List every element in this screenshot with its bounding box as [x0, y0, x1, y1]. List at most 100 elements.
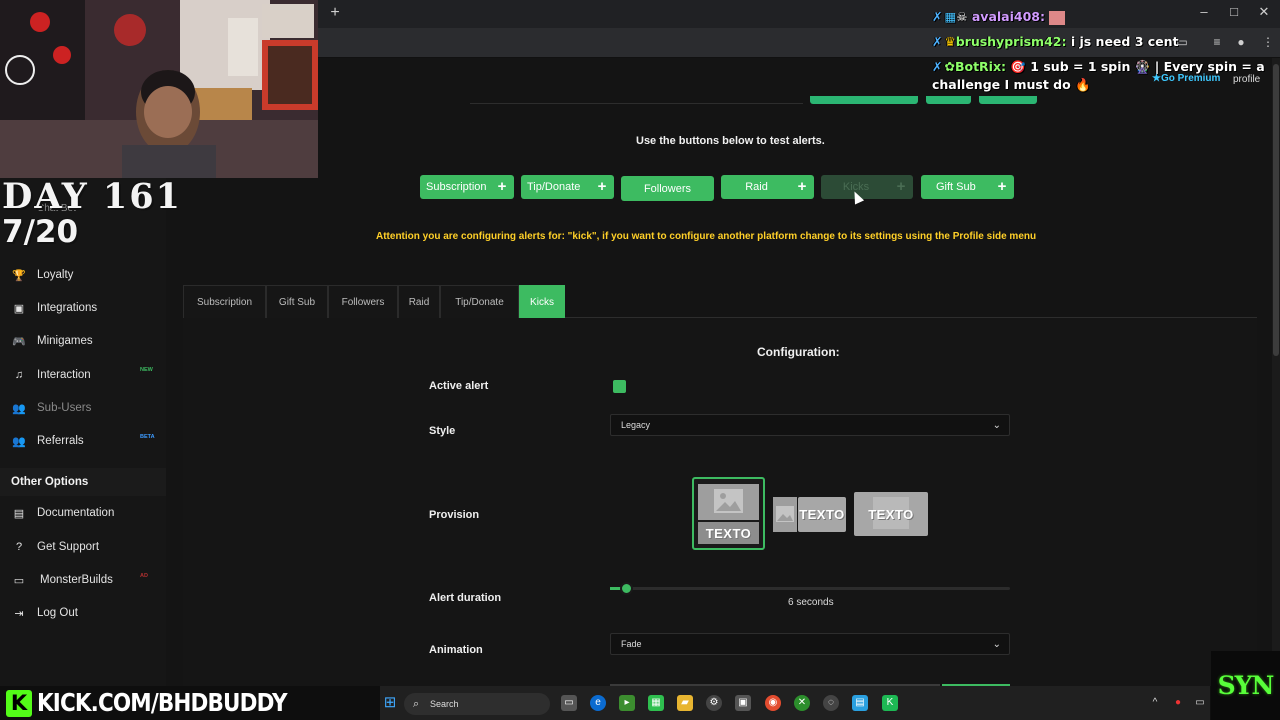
- test-gift-sub-button[interactable]: Gift Sub +: [921, 175, 1014, 199]
- sidebar-item-get-support[interactable]: ? Get Support: [12, 537, 99, 557]
- monitor-icon: ▭: [13, 574, 25, 587]
- menu-icon[interactable]: ⋮: [1260, 34, 1276, 50]
- settings-icon[interactable]: ⚙: [706, 695, 722, 711]
- bot-icon: ✿: [944, 59, 955, 74]
- top-save-button[interactable]: [810, 96, 918, 104]
- profile-icon[interactable]: ●: [1233, 34, 1249, 50]
- provision-option-overlay[interactable]: TEXTO: [854, 492, 928, 536]
- go-premium-link[interactable]: ★Go Premium: [1152, 73, 1220, 84]
- crown-icon: ♛: [944, 34, 956, 49]
- reading-list-icon[interactable]: ≡: [1209, 34, 1225, 50]
- kick-app-icon[interactable]: K: [882, 695, 898, 711]
- new-tab-button[interactable]: +: [328, 4, 342, 22]
- top-button-2[interactable]: [926, 96, 971, 104]
- store-icon[interactable]: ▣: [735, 695, 751, 711]
- network-icon[interactable]: ▭: [1192, 695, 1208, 711]
- tab-gift-sub[interactable]: Gift Sub: [266, 285, 328, 318]
- alert-duration-value: 6 seconds: [788, 597, 834, 608]
- close-window-button[interactable]: ✕: [1256, 4, 1272, 20]
- tab-followers[interactable]: Followers: [328, 285, 398, 318]
- chat-text: 🎯 1 sub = 1 spin 🎡 | Every spin = a: [1010, 59, 1265, 74]
- xbox-icon[interactable]: ✕: [794, 695, 810, 711]
- alert-duration-slider[interactable]: [610, 587, 1010, 590]
- gamepad-icon: 🎮: [12, 335, 26, 348]
- test-tip-donate-label: Tip/Donate: [527, 181, 581, 193]
- test-kicks-button[interactable]: Kicks +: [821, 175, 913, 199]
- sidebar-item-label: Interaction: [37, 369, 91, 381]
- chat-text: i js need 3 cent: [1070, 34, 1179, 49]
- sidebar-item-label: Log Out: [37, 607, 78, 619]
- configuration-title: Configuration:: [757, 345, 840, 359]
- plus-icon: +: [896, 178, 906, 195]
- pin-icon: ✗: [932, 59, 943, 74]
- music-icon: ♫: [14, 369, 24, 381]
- app-icon[interactable]: ◌: [823, 695, 839, 711]
- sidebar-item-log-out[interactable]: ⇥ Log Out: [12, 603, 78, 623]
- badge-icon: ▦: [944, 9, 957, 24]
- image-placeholder-icon: [698, 484, 759, 520]
- integrations-icon: ▣: [13, 302, 25, 315]
- style-select[interactable]: Legacy ⌄: [610, 414, 1010, 436]
- microphone-icon[interactable]: ●: [1170, 695, 1186, 711]
- sidebar-item-interaction[interactable]: ♫ Interaction: [12, 365, 91, 385]
- plus-icon: +: [997, 178, 1007, 195]
- tab-raid[interactable]: Raid: [398, 285, 440, 318]
- sidebar-item-loyalty[interactable]: 🏆 Loyalty: [12, 265, 73, 285]
- edge-icon[interactable]: e: [590, 695, 606, 711]
- profile-link[interactable]: profile: [1233, 74, 1260, 85]
- sidebar-item-label: Referrals: [37, 435, 84, 447]
- alert-duration-slider-thumb[interactable]: [620, 582, 633, 595]
- sidebar-item-integrations[interactable]: ▣ Integrations: [12, 298, 97, 318]
- kick-logo: K: [6, 690, 32, 717]
- test-followers-button[interactable]: Followers: [621, 176, 714, 201]
- sidebar-item-monsterbuilds[interactable]: ▭ MonsterBuilds: [12, 570, 113, 590]
- test-tip-donate-button[interactable]: Tip/Donate +: [521, 175, 614, 199]
- tab-tip-donate[interactable]: Tip/Donate: [440, 285, 519, 318]
- app-icon-2[interactable]: ▤: [852, 695, 868, 711]
- sidebar-item-referrals[interactable]: 👥 Referrals: [12, 431, 84, 451]
- plus-icon: +: [597, 178, 607, 195]
- windows-start-icon[interactable]: ⊞: [382, 695, 398, 711]
- tab-kicks[interactable]: Kicks: [519, 285, 565, 318]
- file-explorer-icon[interactable]: ▰: [677, 695, 693, 711]
- sidebar-item-label: Documentation: [37, 507, 115, 519]
- plus-icon: +: [797, 178, 807, 195]
- star-icon: ★: [1152, 73, 1161, 84]
- tab-subscription[interactable]: Subscription: [183, 285, 266, 318]
- provision-option-side[interactable]: TEXTO: [798, 497, 846, 532]
- chevron-down-icon: ⌄: [992, 639, 1001, 650]
- minimize-button[interactable]: –: [1196, 4, 1212, 19]
- active-alert-label: Active alert: [429, 380, 489, 392]
- image-placeholder-icon[interactable]: [773, 497, 797, 532]
- sidebar-item-minigames[interactable]: 🎮 Minigames: [12, 331, 92, 351]
- search-icon: ⌕: [413, 698, 420, 710]
- chat-username: BotRix:: [954, 59, 1007, 74]
- spreadsheet-icon[interactable]: ▦: [648, 695, 664, 711]
- sidebar-item-sub-users[interactable]: 👥 Sub-Users: [12, 398, 91, 418]
- screen: + – □ ✕ ▭ ≡ ● ⋮ Use the buttons below to…: [0, 0, 1280, 720]
- tray-chevron-icon[interactable]: ^: [1147, 695, 1163, 711]
- nvidia-icon[interactable]: ▸: [619, 695, 635, 711]
- style-select-value: Legacy: [621, 420, 651, 430]
- beta-badge: BETA: [140, 434, 155, 440]
- provision-label: Provision: [429, 509, 480, 521]
- taskbar-search[interactable]: ⌕ Search: [404, 693, 550, 715]
- pin-icon: ✗: [932, 9, 943, 24]
- animation-label: Animation: [429, 644, 483, 656]
- test-subscription-button[interactable]: Subscription +: [420, 175, 514, 199]
- top-button-3[interactable]: [979, 96, 1037, 104]
- chrome-icon[interactable]: ◉: [765, 695, 781, 711]
- sidebar-item-documentation[interactable]: ▤ Documentation: [12, 503, 115, 523]
- animation-select[interactable]: Fade ⌄: [610, 633, 1010, 655]
- test-raid-button[interactable]: Raid +: [721, 175, 814, 199]
- task-view-icon[interactable]: ▭: [561, 695, 577, 711]
- sidebar-item-label: Loyalty: [37, 269, 74, 281]
- other-options-heading: Other Options: [0, 468, 166, 496]
- logout-icon: ⇥: [14, 607, 24, 620]
- maximize-button[interactable]: □: [1226, 4, 1242, 19]
- active-alert-checkbox[interactable]: [613, 380, 626, 393]
- scrollbar-thumb[interactable]: [1273, 64, 1279, 356]
- top-input-field[interactable]: [470, 84, 803, 104]
- skull-icon: ☠: [956, 9, 968, 24]
- go-premium-label: Go Premium: [1160, 73, 1221, 84]
